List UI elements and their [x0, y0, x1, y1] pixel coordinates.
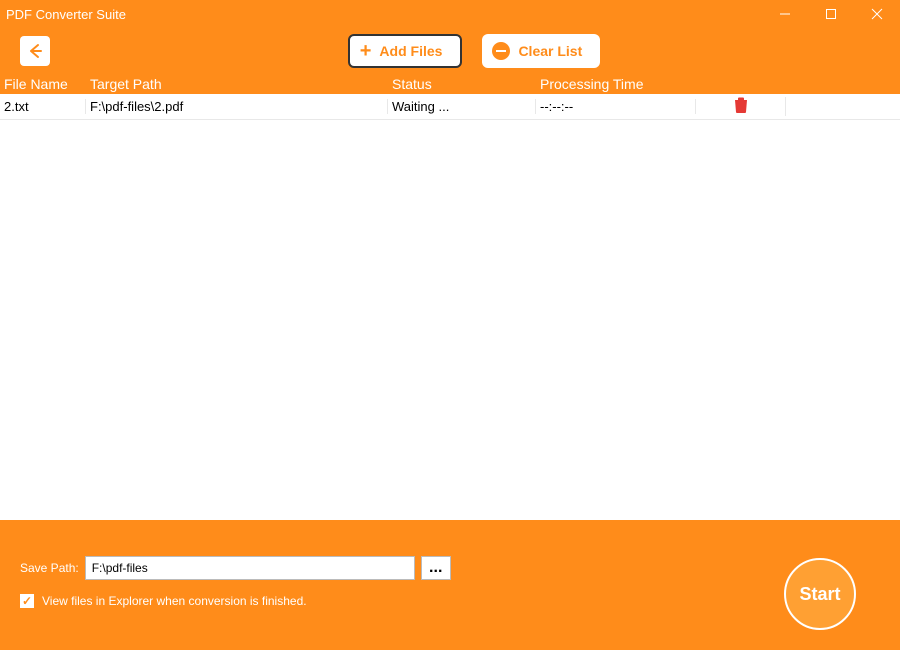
view-explorer-row: ✓ View files in Explorer when conversion… [20, 594, 880, 608]
table-body: 2.txt F:\pdf-files\2.pdf Waiting ... --:… [0, 94, 900, 120]
trash-icon [734, 97, 748, 113]
file-table: File Name Target Path Status Processing … [0, 74, 900, 520]
minimize-button[interactable] [762, 0, 808, 28]
top-toolbar: + Add Files Clear List [0, 28, 900, 74]
add-files-button[interactable]: + Add Files [348, 34, 463, 68]
cell-delete [696, 97, 786, 116]
bottom-panel: Save Path: ... ✓ View files in Explorer … [0, 542, 900, 650]
maximize-button[interactable] [808, 0, 854, 28]
toolbar-center: + Add Files Clear List [68, 34, 880, 68]
cell-filename: 2.txt [0, 99, 86, 114]
table-header: File Name Target Path Status Processing … [0, 74, 900, 94]
save-path-input[interactable] [85, 556, 415, 580]
table-empty-area [0, 120, 900, 520]
header-status: Status [388, 76, 536, 92]
start-button[interactable]: Start [784, 558, 856, 630]
plus-icon: + [360, 41, 372, 61]
table-row[interactable]: 2.txt F:\pdf-files\2.pdf Waiting ... --:… [0, 94, 900, 120]
header-filename: File Name [0, 76, 86, 92]
maximize-icon [825, 8, 837, 20]
window-title: PDF Converter Suite [6, 7, 126, 22]
arrow-left-icon [26, 42, 44, 60]
minus-circle-icon [492, 42, 510, 60]
cell-target: F:\pdf-files\2.pdf [86, 99, 388, 114]
cell-time: --:--:-- [536, 99, 696, 114]
header-time: Processing Time [536, 76, 696, 92]
cell-status: Waiting ... [388, 99, 536, 114]
check-icon: ✓ [22, 595, 32, 607]
header-target: Target Path [86, 76, 388, 92]
clear-list-label: Clear List [518, 43, 582, 59]
clear-list-button[interactable]: Clear List [482, 34, 600, 68]
delete-row-button[interactable] [734, 97, 748, 116]
save-path-label: Save Path: [20, 561, 79, 575]
close-icon [871, 8, 883, 20]
close-button[interactable] [854, 0, 900, 28]
save-path-row: Save Path: ... [20, 556, 880, 580]
view-explorer-label: View files in Explorer when conversion i… [42, 594, 307, 608]
view-explorer-checkbox[interactable]: ✓ [20, 594, 34, 608]
window-controls [762, 0, 900, 28]
minimize-icon [779, 8, 791, 20]
back-button[interactable] [20, 36, 50, 66]
add-files-label: Add Files [379, 43, 442, 59]
start-label: Start [799, 584, 840, 605]
browse-button[interactable]: ... [421, 556, 451, 580]
